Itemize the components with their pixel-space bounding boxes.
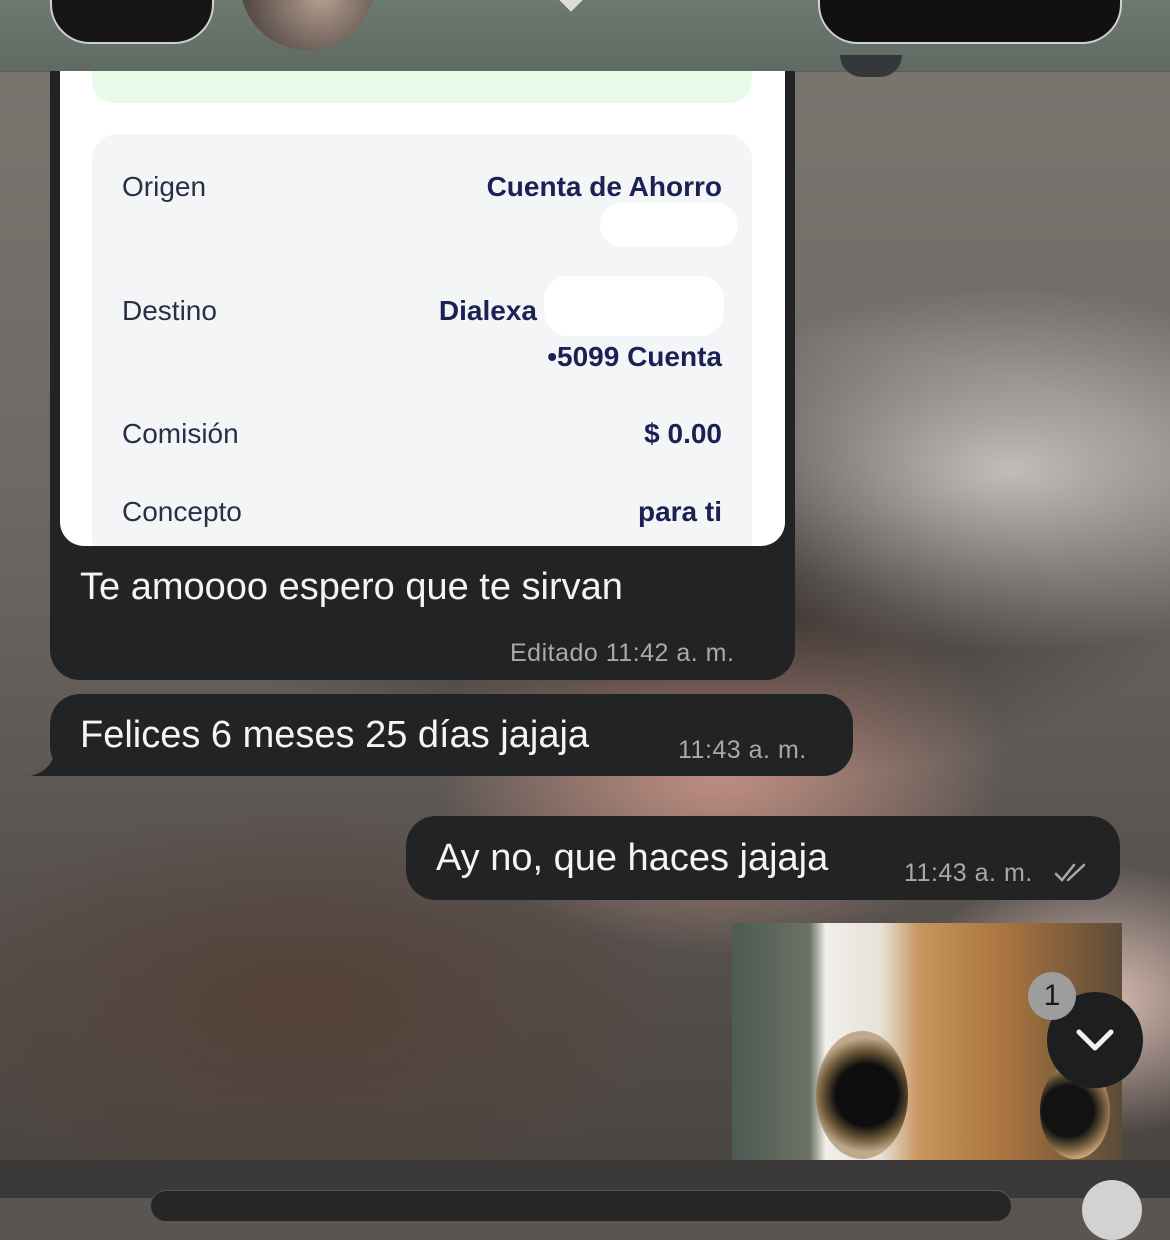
redaction-mark bbox=[544, 276, 724, 336]
chevron-icon bbox=[558, 0, 584, 12]
voice-button[interactable] bbox=[1082, 1180, 1142, 1240]
concept-value: para ti bbox=[637, 496, 722, 527]
message-input[interactable] bbox=[150, 1190, 1012, 1222]
photo-detail bbox=[816, 1031, 908, 1159]
message-timestamp: 11:43 a. m. bbox=[678, 736, 807, 764]
message-text: Te amoooo espero que te sirvan bbox=[80, 566, 623, 608]
unread-count-badge: 1 bbox=[1028, 972, 1076, 1020]
message-timestamp: Editado 11:42 a. m. bbox=[510, 639, 735, 667]
contact-avatar[interactable] bbox=[240, 0, 375, 50]
receipt-status-banner bbox=[92, 71, 752, 103]
back-button[interactable] bbox=[50, 0, 214, 44]
concept-label: Concepto bbox=[122, 496, 242, 527]
message-text: Felices 6 meses 25 días jajaja bbox=[80, 714, 590, 756]
destination-label: Destino bbox=[122, 295, 217, 326]
message-text: Ay no, que haces jajaja bbox=[436, 837, 829, 879]
fee-value: $ 0.00 bbox=[644, 418, 722, 449]
destination-value: Dialexa bbox=[438, 295, 537, 326]
origin-value: Cuenta de Ahorro bbox=[486, 171, 722, 202]
transfer-receipt-image[interactable]: Origen Cuenta de Ahorro Destino Dialexa … bbox=[60, 71, 785, 546]
fee-label: Comisión bbox=[122, 418, 239, 449]
redaction-mark bbox=[600, 203, 738, 247]
double-check-icon bbox=[1054, 863, 1086, 882]
destination-account: •5099 Cuenta bbox=[547, 341, 722, 372]
call-actions-pill[interactable] bbox=[818, 0, 1122, 44]
chat-header bbox=[0, 0, 1170, 72]
message-timestamp: 11:43 a. m. bbox=[904, 859, 1033, 887]
chevron-down-icon bbox=[1076, 1029, 1114, 1051]
origin-label: Origen bbox=[122, 171, 207, 202]
